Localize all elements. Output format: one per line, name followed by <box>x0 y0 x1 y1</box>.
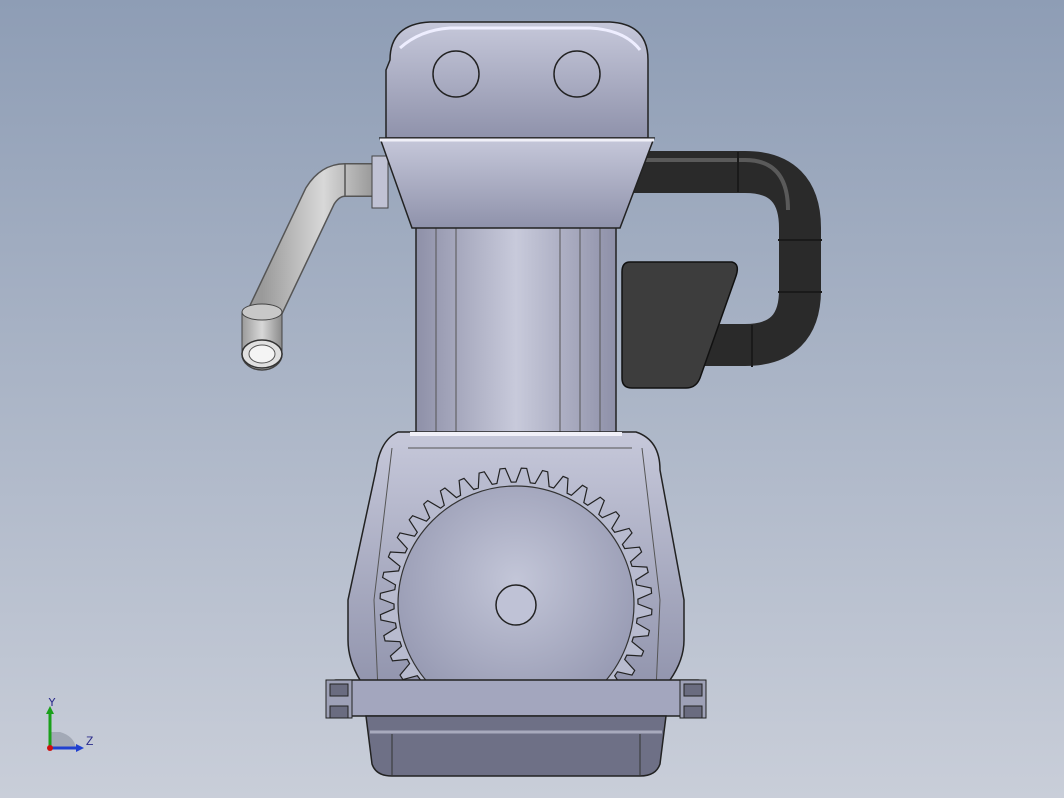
triad-origin <box>47 745 53 751</box>
graphics-viewport[interactable]: Y Z <box>0 0 1064 798</box>
oil-pan[interactable] <box>365 715 667 777</box>
y-axis-label: Y <box>48 698 56 709</box>
intake-pipe[interactable] <box>241 155 389 371</box>
engine-model[interactable] <box>0 0 1064 798</box>
mounting-lug-right[interactable] <box>679 679 707 719</box>
orientation-triad[interactable]: Y Z <box>38 698 108 758</box>
mounting-flange[interactable] <box>325 679 707 719</box>
mounting-lug-left[interactable] <box>325 679 353 719</box>
triad-plane <box>50 732 76 748</box>
crankshaft-hub[interactable] <box>495 584 537 626</box>
z-axis-label: Z <box>86 734 93 748</box>
cylinder-head[interactable] <box>385 21 649 139</box>
z-axis-arrow <box>76 744 84 752</box>
cylinder-barrel[interactable] <box>415 224 617 438</box>
head-gasket-collar[interactable] <box>378 137 656 229</box>
